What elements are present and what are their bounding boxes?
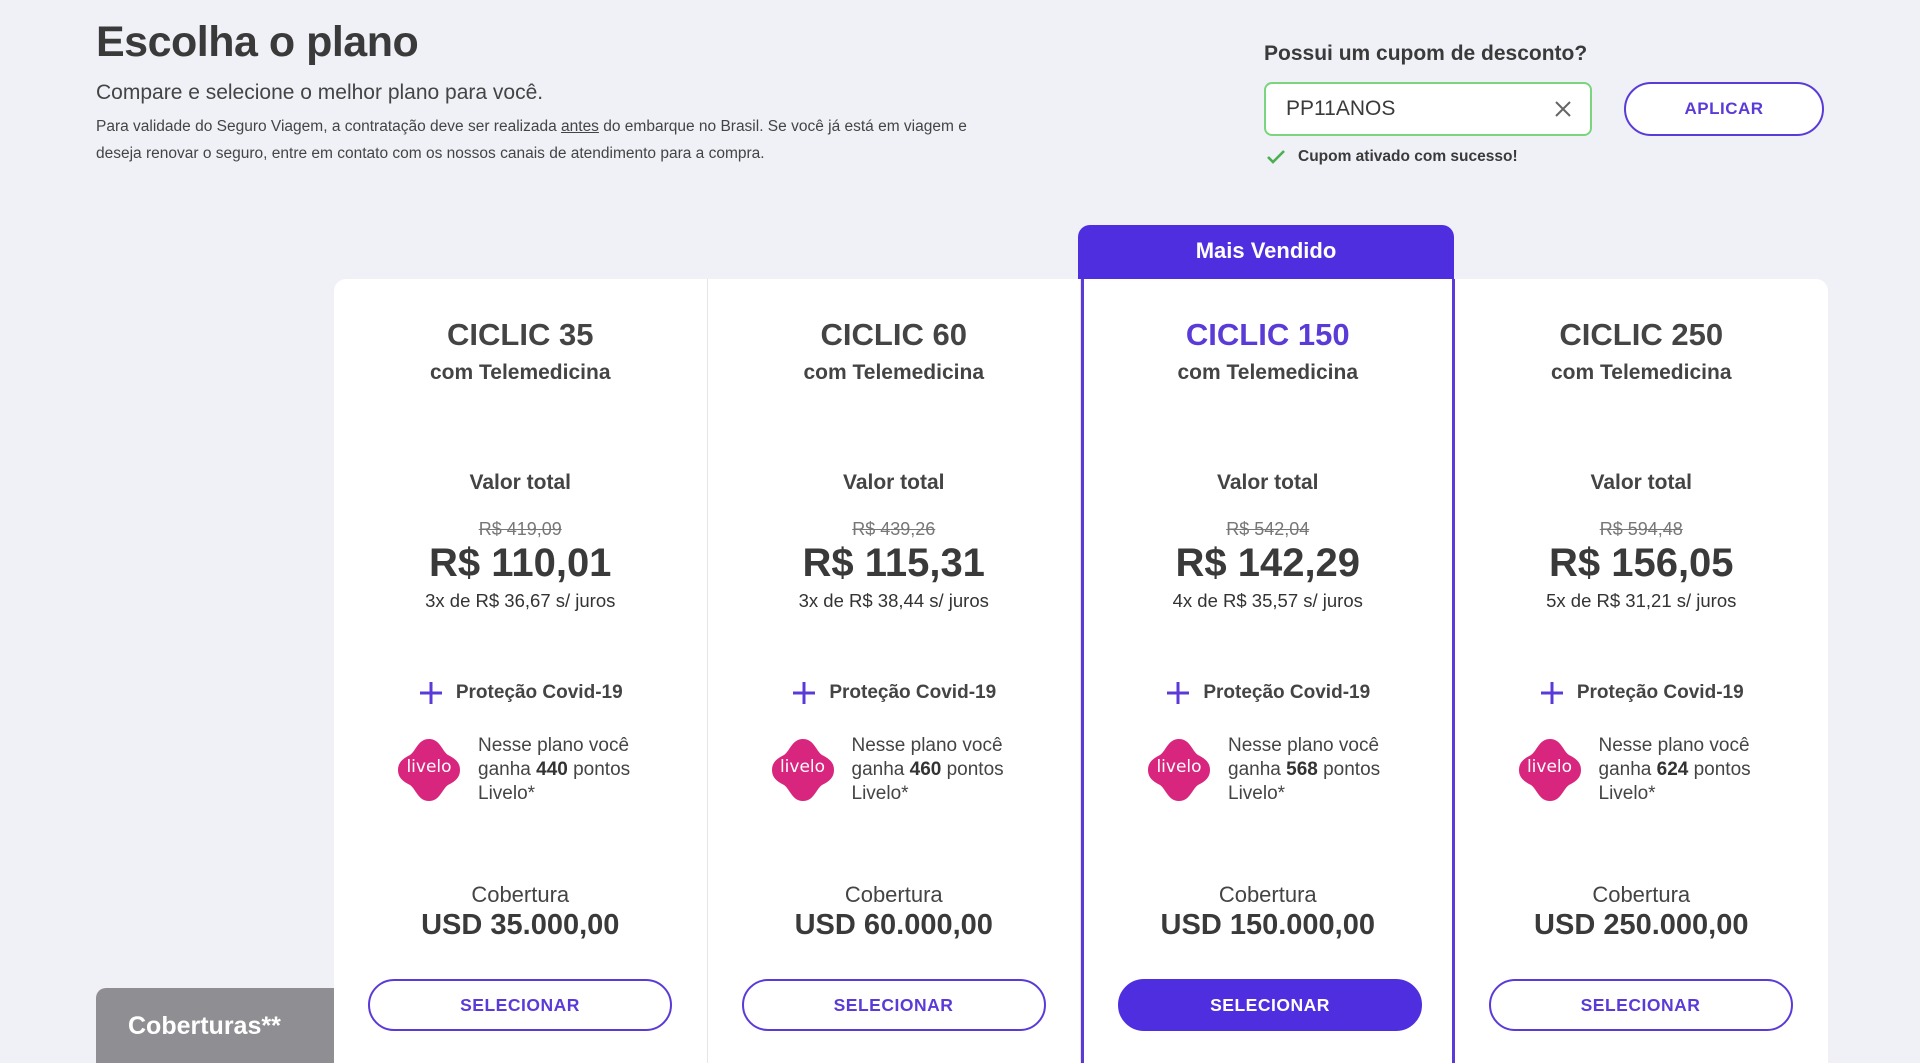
livelo-logo-text: livelo [406,757,452,777]
select-plan-button[interactable]: SELECIONAR [368,979,672,1031]
plan-card-ciclic-35: CICLIC 35 com Telemedicina Valor total R… [334,279,708,1063]
old-price: R$ 594,48 [1599,519,1683,539]
page-header: Escolha o plano Compare e selecione o me… [96,18,996,167]
coupon-field [1264,82,1592,136]
covid-label: Proteção Covid-19 [1576,682,1744,703]
coverage-label: Cobertura [1218,882,1317,907]
livelo-points-value: 460 [909,759,942,780]
coupon-status: Cupom ativado com sucesso! [1264,148,1844,166]
livelo-logo: livelo [1517,737,1583,803]
installments: 5x de R$ 31,21 s/ juros [1546,590,1737,611]
coverage-label: Cobertura [1592,882,1691,907]
price: R$ 142,29 [1175,541,1361,585]
plan-name: CICLIC 250 [1559,317,1724,352]
old-price: R$ 542,04 [1226,519,1310,539]
coupon-row: APLICAR [1264,82,1844,136]
total-label: Valor total [1590,471,1693,494]
plan-card-ciclic-250: CICLIC 250 com Telemedicina Valor total … [1455,279,1829,1063]
coverage-label: Cobertura [844,882,943,907]
note-text-start: Para validade do Seguro Viagem, a contra… [96,118,562,135]
covid-protection: Proteção Covid-19 [708,680,1081,706]
livelo-logo: livelo [770,737,836,803]
coupon-input[interactable] [1286,97,1526,121]
covid-label: Proteção Covid-19 [455,682,623,703]
livelo-points-value: 568 [1286,759,1318,780]
livelo-logo-text: livelo [1156,757,1202,777]
coupon-status-text: Cupom ativado com sucesso! [1298,148,1518,165]
page-subtitle: Compare e selecione o melhor plano para … [96,81,544,104]
coverages-tab[interactable]: Coberturas** [96,988,334,1063]
livelo-text: Nesse plano você ganha 568 pontos Livelo… [1228,734,1408,806]
plan-subtitle: com Telemedicina [1177,361,1358,384]
coverage-label: Cobertura [471,882,570,907]
plan-subtitle: com Telemedicina [429,361,611,384]
select-plan-button[interactable]: SELECIONAR [1488,979,1793,1031]
plans-table: CICLIC 35 com Telemedicina Valor total R… [334,279,1828,1063]
livelo-logo-text: livelo [779,757,826,777]
coupon-title: Possui um cupom de desconto? [1264,42,1588,65]
livelo-text: Nesse plano você ganha 440 pontos Livelo… [478,734,658,806]
installments: 3x de R$ 36,67 s/ juros [425,590,616,611]
plus-icon [419,682,442,704]
select-plan-button[interactable]: SELECIONAR [1118,979,1422,1031]
coverage-value: USD 60.000,00 [794,909,993,941]
old-price: R$ 419,09 [478,519,562,539]
coverage-value: USD 150.000,00 [1160,909,1375,941]
price: R$ 110,01 [429,541,612,585]
plan-card-ciclic-150: CICLIC 150 com Telemedicina Valor total … [1081,279,1455,1063]
plus-icon [1167,682,1190,704]
plus-icon [793,682,816,704]
livelo-points-value: 624 [1656,759,1689,780]
plan-name: CICLIC 60 [820,317,967,352]
covid-protection: Proteção Covid-19 [1455,680,1829,706]
coverage-value: USD 250.000,00 [1534,909,1749,941]
page-title: Escolha o plano [96,18,419,66]
select-plan-button[interactable]: SELECIONAR [741,979,1046,1031]
covid-protection: Proteção Covid-19 [1084,680,1452,706]
plus-icon [1540,682,1563,704]
livelo-text: Nesse plano você ganha 460 pontos Livelo… [852,734,1032,806]
livelo-points: livelo Nesse plano você ganha 460 pontos… [770,734,1032,806]
total-label: Valor total [469,471,572,494]
close-icon[interactable] [1554,100,1572,118]
page-note: Para validade do Seguro Viagem, a contra… [96,113,976,167]
livelo-points: livelo Nesse plano você ganha 568 pontos… [1146,734,1408,806]
installments: 4x de R$ 35,57 s/ juros [1172,590,1363,611]
livelo-text: Nesse plano você ganha 624 pontos Livelo… [1599,734,1779,806]
price: R$ 115,31 [802,541,985,585]
best-seller-badge: Mais Vendido [1078,225,1454,281]
installments: 3x de R$ 38,44 s/ juros [798,590,989,611]
livelo-logo: livelo [1146,737,1212,803]
total-label: Valor total [1216,471,1319,494]
check-icon [1267,150,1285,164]
plan-name: CICLIC 150 [1185,317,1350,352]
plan-subtitle: com Telemedicina [803,361,984,384]
livelo-logo-text: livelo [1526,757,1573,777]
livelo-points: livelo Nesse plano você ganha 440 pontos… [396,734,658,806]
livelo-logo: livelo [396,737,462,803]
total-label: Valor total [842,471,945,494]
old-price: R$ 439,26 [852,519,936,539]
note-underlined-word: antes [561,118,599,135]
apply-coupon-button[interactable]: APLICAR [1624,82,1824,136]
covid-label: Proteção Covid-19 [829,682,997,703]
plan-subtitle: com Telemedicina [1550,361,1732,384]
covid-label: Proteção Covid-19 [1203,682,1371,703]
livelo-points: livelo Nesse plano você ganha 624 pontos… [1517,734,1779,806]
coupon-section: Possui um cupom de desconto? APLICAR Cup… [1264,42,1844,166]
coverage-value: USD 35.000,00 [421,909,620,941]
plan-card-ciclic-60: CICLIC 60 com Telemedicina Valor total R… [708,279,1081,1063]
price: R$ 156,05 [1548,541,1734,585]
livelo-points-value: 440 [536,759,568,780]
plan-name: CICLIC 35 [447,317,594,352]
covid-protection: Proteção Covid-19 [334,680,707,706]
